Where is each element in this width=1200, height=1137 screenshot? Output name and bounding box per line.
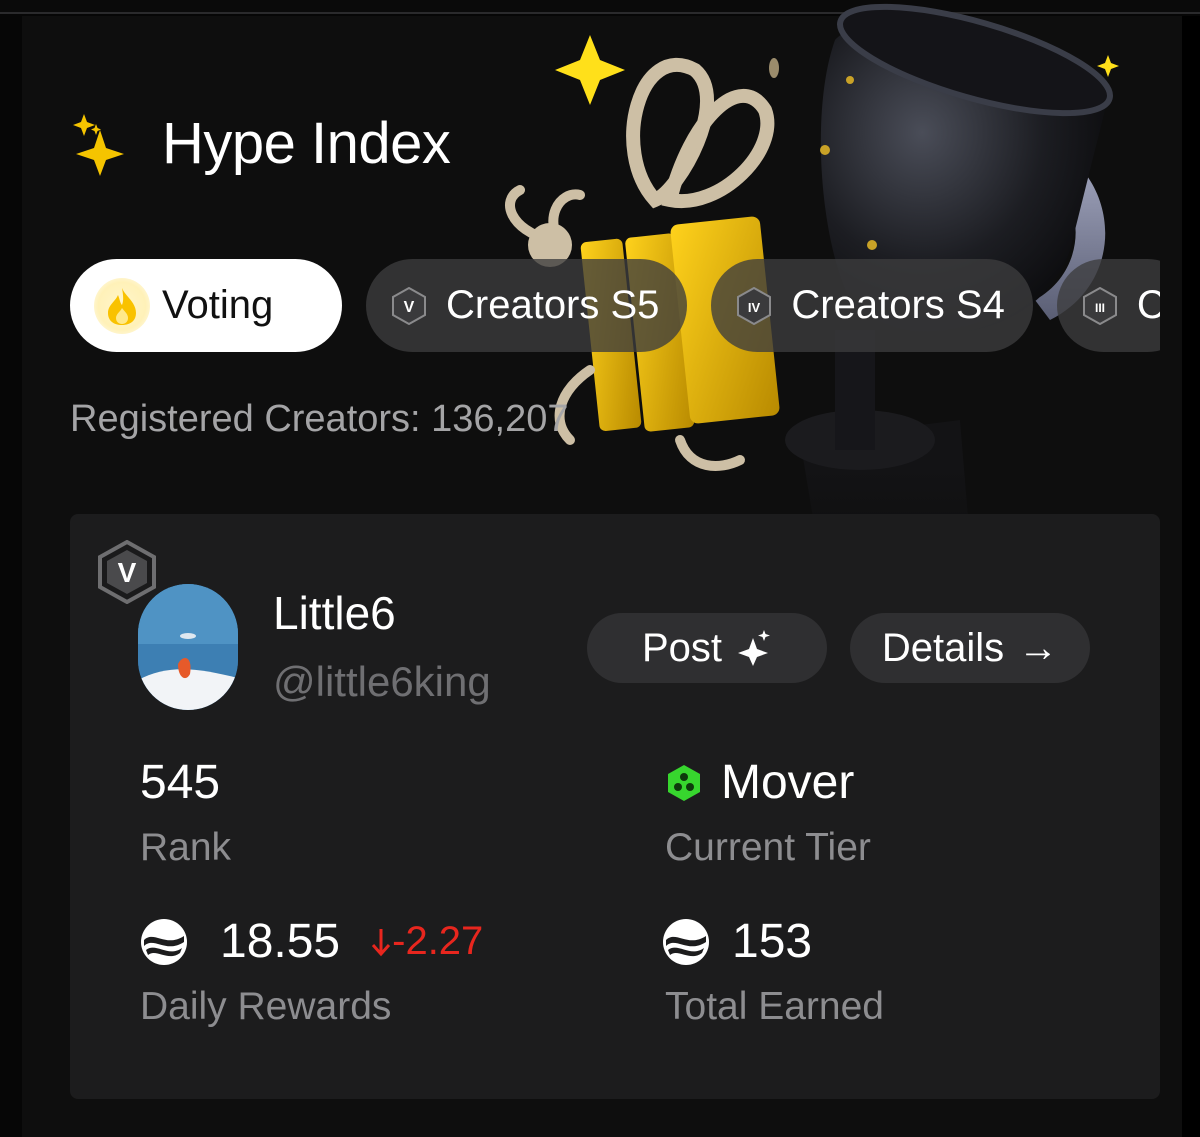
tier-value-text: Mover bbox=[721, 756, 855, 809]
tab-label: Voting bbox=[162, 283, 274, 327]
arrow-right-icon: → bbox=[1018, 625, 1059, 670]
sparkles-icon bbox=[738, 630, 771, 666]
daily-rewards-label: Daily Rewards bbox=[140, 985, 392, 1028]
daily-change-value: -2.27 bbox=[392, 919, 484, 963]
tier-badge-text: IV bbox=[748, 300, 761, 315]
rank-label: Rank bbox=[140, 826, 232, 869]
arrow-down-icon bbox=[372, 928, 391, 956]
rank-value: 545 bbox=[140, 756, 221, 809]
panel-edge bbox=[1182, 16, 1200, 1137]
page-title: Hype Index bbox=[162, 111, 451, 176]
tab-creators-s5[interactable]: V Creators S5 bbox=[366, 259, 688, 352]
tab-label: Creators S5 bbox=[446, 283, 660, 327]
tab-label: Creators S4 bbox=[791, 283, 1005, 327]
details-button-label: Details bbox=[881, 625, 1005, 670]
registered-creators-count: Registered Creators: 136,207 bbox=[70, 398, 569, 440]
tier-v-icon: V bbox=[392, 286, 426, 325]
sparkles-icon bbox=[73, 113, 124, 176]
tab-voting[interactable]: Voting bbox=[70, 259, 342, 352]
daily-rewards-value: 18.55 bbox=[220, 915, 341, 968]
flame-icon bbox=[94, 277, 150, 334]
details-button[interactable]: Details → bbox=[850, 613, 1090, 683]
daily-rewards: 18.55 -2.27 bbox=[140, 914, 483, 969]
tier-badge-text: V bbox=[118, 557, 137, 588]
daily-change: -2.27 bbox=[370, 919, 483, 964]
coin-icon bbox=[141, 918, 187, 965]
post-button[interactable]: Post bbox=[587, 613, 827, 683]
coin-icon bbox=[663, 918, 709, 965]
tier-iii-icon: III bbox=[1082, 286, 1117, 325]
total-earned-label: Total Earned bbox=[665, 985, 884, 1028]
top-bar bbox=[0, 0, 1200, 14]
tab-label: C bbox=[1136, 283, 1160, 327]
tier-v-icon: V bbox=[98, 540, 156, 604]
post-button-label: Post bbox=[641, 625, 723, 670]
tab-creators-s3[interactable]: III C bbox=[1056, 259, 1160, 352]
total-earned: 153 bbox=[662, 914, 812, 969]
season-tabs: Voting V Creators S5 IV Creators S4 III … bbox=[70, 259, 1160, 352]
tier-badge-text: III bbox=[1095, 301, 1105, 315]
total-earned-value: 153 bbox=[732, 915, 813, 968]
tier-label: Current Tier bbox=[665, 826, 871, 869]
mover-tier-icon bbox=[668, 764, 700, 801]
tab-creators-s4[interactable]: IV Creators S4 bbox=[711, 259, 1033, 352]
header: Hype Index bbox=[70, 110, 451, 177]
tier-badge-text: V bbox=[404, 299, 415, 316]
current-tier: Mover bbox=[665, 755, 854, 810]
display-name: Little6 bbox=[273, 587, 396, 639]
user-handle[interactable]: @little6king bbox=[273, 658, 491, 706]
tier-iv-icon: IV bbox=[737, 286, 772, 325]
